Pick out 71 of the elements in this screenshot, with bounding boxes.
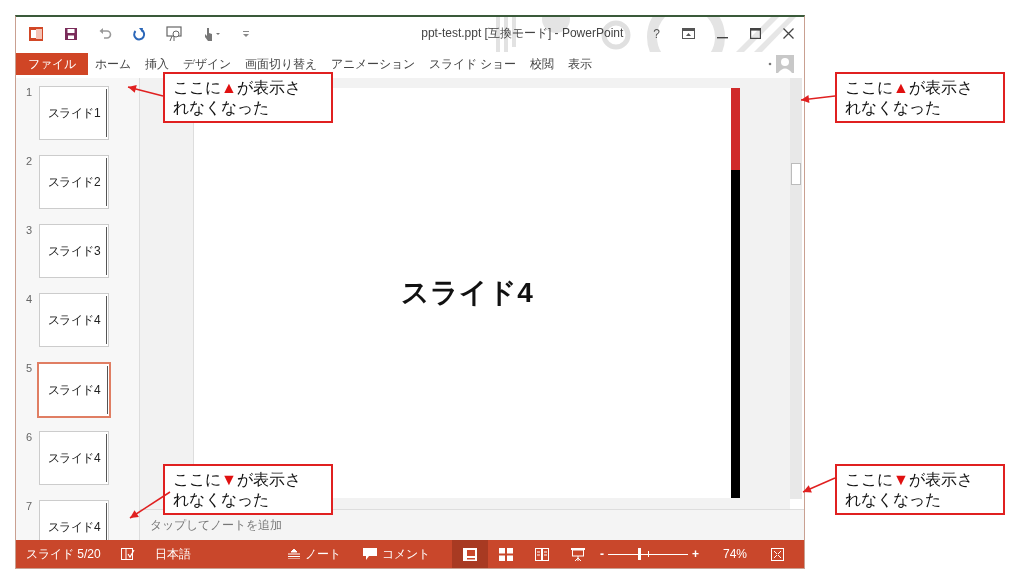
thumbnail-title: スライド4 xyxy=(47,311,101,329)
zoom-level[interactable]: 74% xyxy=(722,547,747,561)
thumbnail-title: スライド4 xyxy=(47,449,101,467)
slide-number: 4 xyxy=(26,293,34,305)
ribbon-tab[interactable]: アニメーション xyxy=(324,53,422,75)
ribbon-tab[interactable]: スライド ショー xyxy=(422,53,524,75)
dropdown-icon[interactable] xyxy=(768,62,772,66)
close-icon[interactable] xyxy=(783,28,794,39)
comments-button[interactable]: コメント xyxy=(362,545,430,563)
thumbnail-title: スライド1 xyxy=(47,104,101,122)
touch-mode-icon[interactable] xyxy=(202,25,222,42)
callout-note: ここに▲が表示されなくなった xyxy=(835,72,1005,123)
thumbnail-title: スライド4 xyxy=(47,381,101,399)
callout-note: ここに▼が表示されなくなった xyxy=(163,464,333,515)
repeat-icon[interactable] xyxy=(132,26,146,41)
ribbon-display-icon[interactable] xyxy=(682,28,695,39)
ribbon-tab[interactable]: 校閲 xyxy=(523,53,562,75)
vertical-scrollbar[interactable] xyxy=(790,78,802,499)
notes-field[interactable]: タップしてノートを追加 xyxy=(148,517,352,533)
zoom-out-button[interactable]: - xyxy=(595,547,608,561)
ribbon-tab[interactable]: ホーム xyxy=(88,53,138,75)
slide-thumbnail[interactable]: スライド4 xyxy=(39,293,109,347)
ribbon-tab[interactable]: ファイル xyxy=(16,53,88,75)
ribbon-tab[interactable]: 挿入 xyxy=(138,53,176,75)
thumbnail-title: スライド2 xyxy=(47,173,101,191)
maximize-icon[interactable] xyxy=(750,28,761,39)
fit-to-window-icon[interactable] xyxy=(771,547,784,561)
customize-toolbar-icon[interactable] xyxy=(242,29,250,38)
slide-thumbnail[interactable]: スライド4 xyxy=(39,431,109,485)
slide-number: 5 xyxy=(26,362,34,374)
callout-note: ここに▲が表示されなくなった xyxy=(163,72,333,123)
zoom-slider[interactable] xyxy=(607,547,688,561)
slide-number: 7 xyxy=(26,500,34,512)
projector-screen-icon xyxy=(570,547,585,561)
ribbon-tab[interactable]: デザイン xyxy=(176,53,238,75)
normal-view-icon xyxy=(462,547,477,561)
ribbon-tab[interactable]: 画面切り替え xyxy=(238,53,324,75)
thumbnail-title: スライド4 xyxy=(47,518,101,536)
normal-view-button[interactable] xyxy=(451,540,488,568)
thumbnail-title: スライド3 xyxy=(47,242,101,260)
grid-view-icon xyxy=(498,547,513,561)
language-label[interactable]: 日本語 xyxy=(154,545,191,563)
help-button[interactable]: ? xyxy=(653,26,660,41)
notes-icon xyxy=(287,549,300,559)
slide-number: 2 xyxy=(26,155,34,167)
slide-number: 1 xyxy=(26,86,34,98)
slide-thumbnail[interactable]: スライド4 xyxy=(37,362,111,418)
window-title: ppt-test.ppt [互換モード] - PowerPoint xyxy=(421,25,624,42)
slide-thumbnail[interactable]: スライド2 xyxy=(39,155,109,209)
callout-arrow xyxy=(129,491,171,519)
notes-button[interactable]: ノート xyxy=(287,545,341,563)
callout-note: ここに▼が表示されなくなった xyxy=(835,464,1005,515)
powerpoint-logo-icon[interactable] xyxy=(28,25,44,42)
slide-title: スライド4 xyxy=(401,276,533,310)
slide-thumbnail[interactable]: スライド3 xyxy=(39,224,109,278)
ribbon-tab[interactable]: 表示 xyxy=(561,53,600,75)
slide-number: 3 xyxy=(26,224,34,236)
slide-thumbnail[interactable]: スライド4 xyxy=(39,500,109,540)
undo-icon[interactable] xyxy=(98,26,112,41)
callout-arrow xyxy=(800,95,836,104)
slide-counter: スライド 5/20 xyxy=(26,545,101,563)
zoom-in-button[interactable]: + xyxy=(687,547,703,561)
spelling-check-icon[interactable] xyxy=(120,548,135,560)
presentation-icon[interactable] xyxy=(166,25,182,42)
callout-arrow xyxy=(802,477,836,493)
save-icon[interactable] xyxy=(64,26,78,41)
slide-number: 6 xyxy=(26,431,34,443)
comment-icon xyxy=(362,548,377,560)
callout-arrow xyxy=(127,85,164,97)
slide-thumbnail[interactable]: スライド1 xyxy=(39,86,109,140)
book-icon xyxy=(534,547,549,561)
